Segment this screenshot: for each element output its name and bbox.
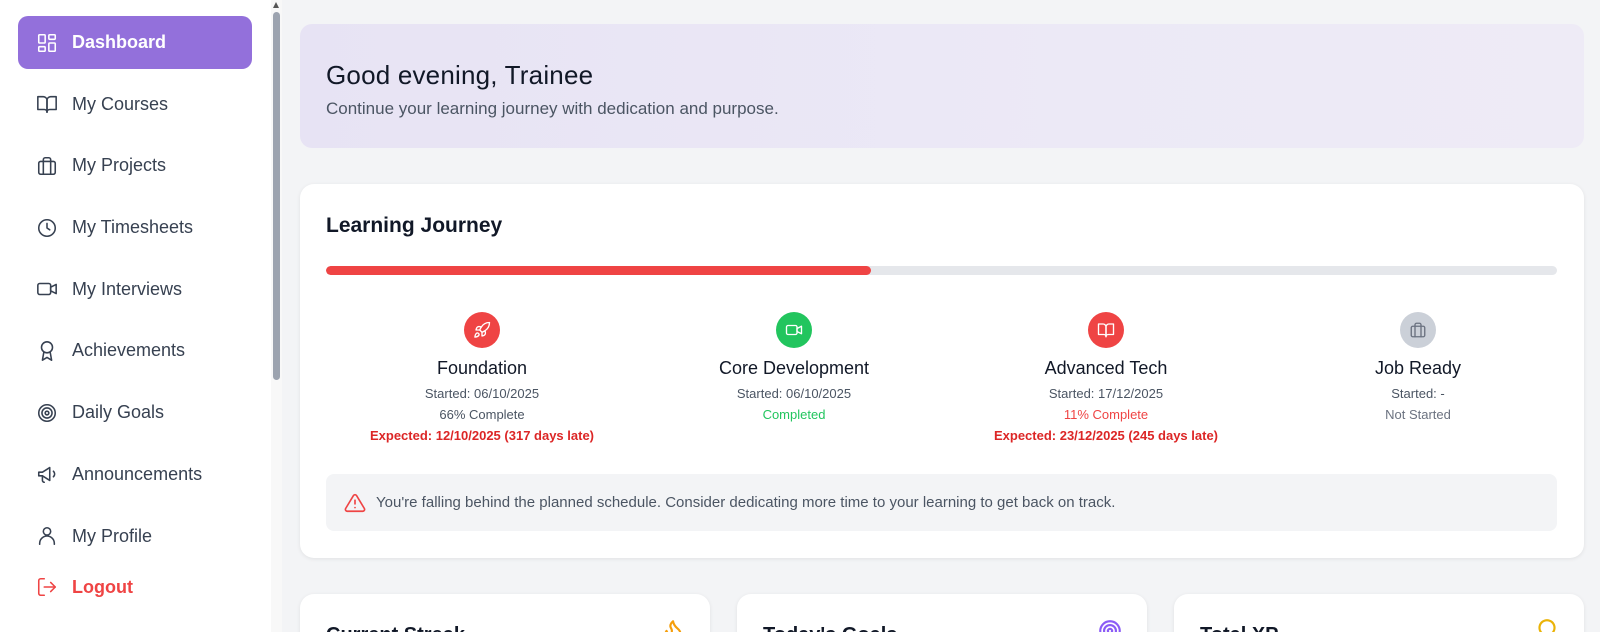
stage-foundation: Foundation Started: 06/10/2025 66% Compl… [326, 312, 638, 443]
stat-card-todays-goals: Today's Goals [737, 594, 1147, 632]
target-icon [36, 402, 58, 424]
stat-title: Current Streak [326, 624, 465, 632]
stat-card-current-streak: Current Streak [300, 594, 710, 632]
book-icon [36, 93, 58, 115]
stat-card-total-xp: Total XP [1174, 594, 1584, 632]
target-icon [1097, 618, 1123, 632]
logout-icon [36, 576, 58, 598]
stage-started: Started: 17/12/2025 [1048, 386, 1164, 401]
bulb-icon [1534, 618, 1560, 632]
stage-name: Core Development [718, 358, 870, 378]
journey-stages: Foundation Started: 06/10/2025 66% Compl… [326, 312, 1576, 462]
sidebar-item-my-courses[interactable]: My Courses [18, 78, 252, 131]
stage-status: Completed [762, 407, 826, 422]
stage-name: Foundation [436, 358, 528, 378]
megaphone-icon [36, 463, 58, 485]
journey-progress-bar [326, 266, 1557, 275]
stage-name: Job Ready [1374, 358, 1462, 378]
stage-expected: Expected: 12/10/2025 (317 days late) [369, 428, 595, 443]
sidebar-item-achievements[interactable]: Achievements [18, 324, 252, 377]
scrollbar-thumb[interactable] [273, 12, 280, 380]
sidebar: Dashboard My Courses My Projects My Time… [0, 0, 282, 632]
learning-journey-title: Learning Journey [326, 214, 503, 237]
stage-status: 11% Complete [1063, 407, 1149, 422]
sidebar-item-daily-goals[interactable]: Daily Goals [18, 386, 252, 439]
greeting-title: Good evening, Trainee [326, 60, 594, 90]
book-icon [1088, 312, 1124, 348]
sidebar-item-my-interviews[interactable]: My Interviews [18, 263, 252, 316]
scroll-up-arrow-icon[interactable] [273, 2, 279, 8]
sidebar-item-label: My Projects [72, 155, 167, 176]
sidebar-item-label: My Timesheets [72, 217, 194, 238]
sidebar-item-label: Announcements [72, 463, 203, 484]
stage-expected: Expected: 23/12/2025 (245 days late) [993, 428, 1219, 443]
sidebar-item-label: Achievements [72, 340, 186, 361]
sidebar-item-announcements[interactable]: Announcements [18, 448, 252, 501]
user-icon [36, 525, 58, 547]
schedule-warning: You're falling behind the planned schedu… [326, 474, 1557, 531]
logout-label: Logout [72, 576, 133, 597]
stage-job-ready: Job Ready Started: - Not Started [1262, 312, 1574, 428]
stage-advanced-tech: Advanced Tech Started: 17/12/2025 11% Co… [950, 312, 1262, 443]
greeting-subtitle: Continue your learning journey with dedi… [326, 99, 779, 118]
stat-title: Today's Goals [763, 624, 897, 632]
sidebar-item-my-timesheets[interactable]: My Timesheets [18, 201, 252, 254]
briefcase-icon [1400, 312, 1436, 348]
rocket-icon [464, 312, 500, 348]
sidebar-item-dashboard[interactable]: Dashboard [18, 16, 252, 69]
stage-started: Started: 06/10/2025 [424, 386, 540, 401]
sidebar-nav: Dashboard My Courses My Projects My Time… [18, 16, 252, 616]
stage-status: Not Started [1385, 407, 1451, 422]
logout-button[interactable]: Logout [18, 567, 252, 607]
briefcase-icon [36, 155, 58, 177]
award-icon [36, 340, 58, 362]
stat-title: Total XP [1200, 624, 1279, 632]
stage-started: Started: - [1391, 386, 1445, 401]
video-icon [36, 278, 58, 300]
main-content: Good evening, Trainee Continue your lear… [300, 0, 1584, 632]
sidebar-item-my-projects[interactable]: My Projects [18, 139, 252, 192]
video-icon [776, 312, 812, 348]
sidebar-item-label: Dashboard [72, 32, 167, 52]
greeting-card: Good evening, Trainee Continue your lear… [300, 24, 1584, 148]
stage-name: Advanced Tech [1044, 358, 1168, 378]
sidebar-item-label: Daily Goals [72, 402, 165, 423]
sidebar-item-label: My Interviews [72, 278, 183, 299]
warning-text: You're falling behind the planned schedu… [376, 494, 1116, 511]
clock-icon [36, 217, 58, 239]
stage-status: 66% Complete [439, 407, 525, 422]
sidebar-scrollbar[interactable] [271, 0, 282, 632]
stage-core-development: Core Development Started: 06/10/2025 Com… [638, 312, 950, 428]
sidebar-item-my-profile[interactable]: My Profile [18, 510, 252, 563]
learning-journey-card: Learning Journey Foundation Started: 06/… [300, 184, 1584, 558]
sidebar-item-label: My Courses [72, 93, 169, 114]
dashboard-icon [36, 32, 58, 54]
flame-icon [660, 618, 686, 632]
warning-triangle-icon [344, 492, 366, 514]
sidebar-item-label: My Profile [72, 525, 153, 546]
journey-progress-fill [326, 266, 872, 275]
stage-started: Started: 06/10/2025 [736, 386, 852, 401]
